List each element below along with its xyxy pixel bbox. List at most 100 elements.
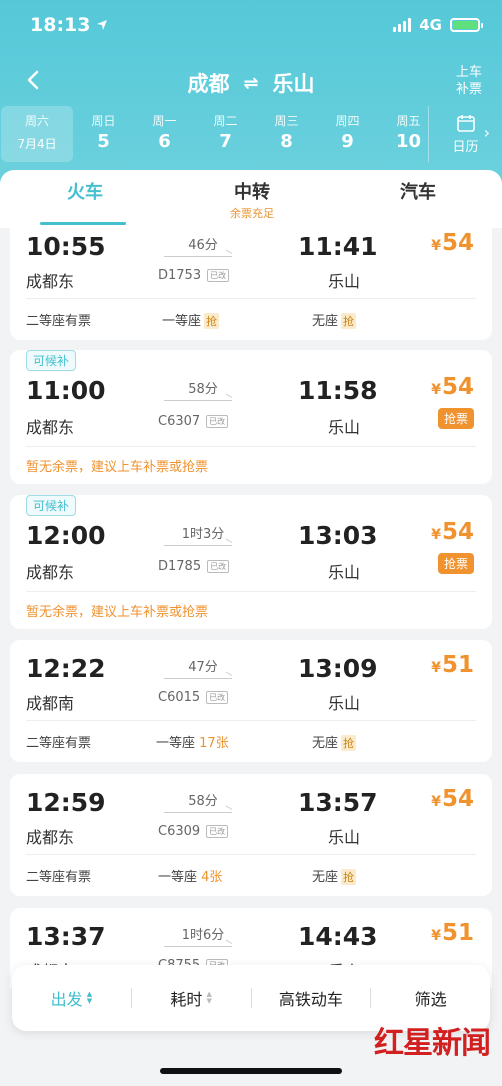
duration: 46分 (188, 238, 218, 253)
from-city[interactable]: 成都 (187, 68, 229, 98)
status-bar: 18:13 4G (0, 0, 502, 58)
mode-tabs: 火车 中转 余票充足 汽车 (0, 170, 502, 228)
arrival-time: 14:43 (298, 922, 378, 951)
departure-station: 成都东 (26, 828, 75, 847)
e-ticket-badge: 已改 (207, 560, 230, 573)
train-number-text: D1785 (158, 559, 202, 574)
weekday: 周二 (213, 114, 238, 128)
date-item[interactable]: 周三 8 (256, 106, 317, 162)
calendar-button[interactable]: 日历 › (428, 106, 502, 162)
tab-transfer[interactable]: 中转 余票充足 (212, 178, 292, 221)
divider (26, 446, 476, 447)
seat-standing: 无座抢 (312, 732, 357, 751)
arrival-station: 乐山 (328, 828, 361, 847)
currency: ¥ (431, 382, 441, 398)
price-value: 54 (441, 230, 474, 256)
arrival-station: 乐山 (328, 272, 361, 291)
seat-standing: 无座抢 (312, 866, 357, 885)
departure-time: 13:37 (26, 922, 106, 951)
seat-second-class: 二等座有票 (26, 736, 92, 751)
day: 7 (219, 131, 232, 152)
signal-icon (393, 18, 412, 32)
to-city[interactable]: 乐山 (273, 68, 315, 98)
train-card[interactable]: 可候补 12:00 1时3分 13:03 ¥54 抢票 成都东 D1785 已改 … (10, 495, 492, 629)
no-ticket-note: 暂无余票，建议上车补票或抢票 (26, 460, 209, 475)
nav-bar: 成都 ⇌ 乐山 上车 补票 (0, 58, 502, 106)
departure-station: 成都南 (26, 694, 75, 713)
arrival-time: 11:41 (298, 232, 378, 261)
currency: ¥ (431, 527, 441, 543)
train-number: C6015 已改 (158, 690, 229, 705)
e-ticket-badge: 已改 (206, 825, 229, 838)
seat-standing: 无座抢 (312, 310, 357, 329)
tab-train[interactable]: 火车 (55, 178, 115, 204)
tab-indicator (40, 222, 126, 225)
no-ticket-note: 暂无余票，建议上车补票或抢票 (26, 605, 209, 620)
train-card[interactable]: 可候补 11:00 58分 11:58 ¥54 抢票 成都东 C6307 已改 乐… (10, 350, 492, 484)
home-indicator[interactable] (160, 1068, 342, 1074)
day: 7月4日 (17, 137, 57, 151)
duration: 58分 (188, 794, 218, 809)
arrival-time: 13:57 (298, 788, 378, 817)
departure-station: 成都东 (26, 563, 75, 582)
tab-bus[interactable]: 汽车 (388, 178, 448, 204)
train-number: D1753 已改 (158, 268, 230, 283)
grab-badge[interactable]: 抢 (341, 869, 357, 885)
hsr-filter-label: 高铁动车 (278, 990, 343, 1009)
filter-label: 筛选 (414, 990, 447, 1009)
train-card[interactable]: 12:59 58分 13:57 ¥54 成都东 C6309 已改 乐山 二等座有票… (10, 774, 492, 896)
grab-badge[interactable]: 抢 (341, 313, 357, 329)
e-ticket-badge: 已改 (206, 415, 229, 428)
divider (26, 854, 476, 855)
arrival-station: 乐山 (328, 563, 361, 582)
seat-label: 一等座 (162, 314, 202, 329)
date-item[interactable]: 周一 6 (134, 106, 195, 162)
arrival-time: 13:09 (298, 654, 378, 683)
day: 6 (158, 131, 171, 152)
grab-badge[interactable]: 抢 (204, 313, 220, 329)
seat-first-class: 一等座 4张 (158, 866, 222, 885)
seat-first-class: 一等座抢 (162, 310, 220, 329)
arrow-line (164, 400, 232, 401)
seat-label: 无座 (312, 736, 339, 751)
hsr-filter-button[interactable]: 高铁动车 (252, 986, 371, 1010)
train-card[interactable]: 12:22 47分 13:09 ¥51 成都南 C6015 已改 乐山 二等座有票… (10, 640, 492, 762)
currency: ¥ (431, 928, 441, 944)
train-number: C6309 已改 (158, 824, 229, 839)
price: ¥54 (431, 519, 474, 545)
swap-icon[interactable]: ⇌ (243, 73, 258, 94)
seat-second-class: 二等座有票 (26, 870, 92, 885)
grab-badge[interactable]: 抢 (341, 735, 357, 751)
date-item[interactable]: 周四 9 (317, 106, 378, 162)
train-number-text: C6309 (158, 824, 201, 839)
date-item[interactable]: 周六 7月4日 (1, 106, 73, 162)
divider (26, 720, 476, 721)
sort-depart-button[interactable]: 出发 ▲ ▼ (12, 986, 131, 1010)
network-label: 4G (419, 16, 442, 34)
chevron-right-icon: › (483, 123, 490, 142)
seat-second-class: 二等座有票 (26, 314, 92, 329)
train-card[interactable]: 10:55 46分 11:41 ¥54 成都东 D1753 已改 乐山 二等座有票… (10, 228, 492, 340)
price: ¥54 (431, 786, 474, 812)
sort-duration-button[interactable]: 耗时 ▲ ▼ (132, 986, 251, 1010)
date-item[interactable]: 周二 7 (195, 106, 256, 162)
train-number-text: C6307 (158, 414, 201, 429)
price: ¥51 (431, 920, 474, 946)
grab-ticket-button[interactable]: 抢票 (437, 553, 474, 574)
arrow-line (164, 946, 232, 947)
arrow-line (164, 812, 232, 813)
waitlist-tag: 可候补 (26, 350, 77, 371)
date-item[interactable]: 周日 5 (73, 106, 134, 162)
onboard-ticket-button[interactable]: 上车 补票 (456, 64, 482, 98)
duration: 1时3分 (181, 527, 225, 542)
weekday: 周六 (24, 114, 49, 128)
departure-time: 10:55 (26, 232, 106, 261)
weekday: 周日 (91, 114, 116, 128)
departure-time: 12:59 (26, 788, 106, 817)
train-list: 10:55 46分 11:41 ¥54 成都东 D1753 已改 乐山 二等座有票… (0, 228, 502, 988)
grab-ticket-button[interactable]: 抢票 (437, 408, 474, 429)
filter-button[interactable]: 筛选 (371, 986, 490, 1010)
location-arrow-icon (97, 20, 108, 30)
divider (26, 298, 476, 299)
duration: 47分 (188, 660, 218, 675)
